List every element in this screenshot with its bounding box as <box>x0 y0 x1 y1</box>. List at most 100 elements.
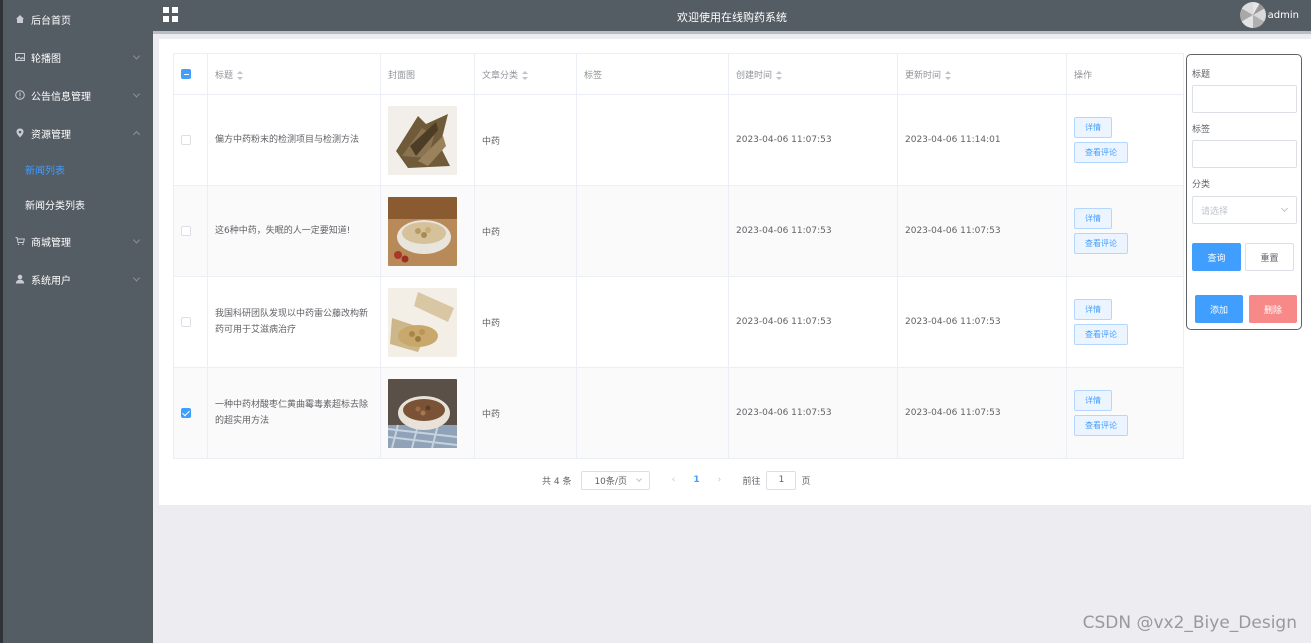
user-name[interactable]: admin <box>1268 10 1299 21</box>
row-category: 中药 <box>474 94 577 186</box>
prev-page-button[interactable]: ‹ <box>662 475 684 485</box>
row-checkbox[interactable] <box>181 316 191 327</box>
row-cover <box>380 185 475 277</box>
sidebar-subitem-news-list[interactable]: 新闻列表 <box>3 152 153 187</box>
category-placeholder: 请选择 <box>1201 206 1229 217</box>
goto-page-input[interactable] <box>766 470 797 490</box>
table-row: 这6种中药，失眠的人一定要知道! 中药 2023-04-06 11:07:53 … <box>173 185 1184 277</box>
row-cover <box>380 367 475 459</box>
row-select-cell <box>173 94 208 186</box>
detail-button[interactable]: 详情 <box>1074 208 1112 229</box>
detail-button[interactable]: 详情 <box>1074 117 1112 138</box>
cover-image <box>388 378 457 448</box>
add-button[interactable]: 添加 <box>1195 295 1243 323</box>
sidebar-item-system-users[interactable]: 系统用户 <box>3 260 153 298</box>
row-cover <box>380 276 475 368</box>
row-actions: 详情 查看评论 <box>1066 367 1184 459</box>
sidebar-item-resources[interactable]: 资源管理 <box>3 114 153 152</box>
column-header-created[interactable]: 创建时间 <box>728 53 898 95</box>
row-actions: 详情 查看评论 <box>1066 94 1184 186</box>
chevron-down-icon <box>132 274 141 282</box>
row-created: 2023-04-06 11:07:53 <box>728 367 898 459</box>
watermark: CSDN @vx2_Biye_Design <box>1082 613 1297 633</box>
row-actions: 详情 查看评论 <box>1066 276 1184 368</box>
news-table: 标题 封面图 文章分类 标签 创建时间 更新时间 操作 偏方中药粉末的检测项目与… <box>173 53 1184 459</box>
sidebar-item-label: 公告信息管理 <box>31 91 91 103</box>
tags-filter-label: 标签 <box>1192 125 1211 135</box>
detail-button[interactable]: 详情 <box>1074 390 1112 411</box>
picture-icon <box>15 52 25 62</box>
sort-icon[interactable] <box>522 70 529 80</box>
sidebar-item-label: 系统用户 <box>31 275 71 287</box>
view-comments-button[interactable]: 查看评论 <box>1074 324 1128 345</box>
reset-button[interactable]: 重置 <box>1245 243 1294 271</box>
row-updated: 2023-04-06 11:07:53 <box>897 185 1067 277</box>
sidebar-item-carousel[interactable]: 轮播图 <box>3 38 153 76</box>
sort-icon[interactable] <box>237 70 244 80</box>
sidebar-item-announcements[interactable]: 公告信息管理 <box>3 76 153 114</box>
row-created: 2023-04-06 11:07:53 <box>728 94 898 186</box>
column-header-updated[interactable]: 更新时间 <box>897 53 1067 95</box>
sidebar-item-label: 轮播图 <box>31 53 61 65</box>
row-updated: 2023-04-06 11:14:01 <box>897 94 1067 186</box>
row-category: 中药 <box>474 276 577 368</box>
row-checkbox[interactable] <box>181 225 191 236</box>
goto-suffix: 页 <box>801 476 811 487</box>
column-header-category[interactable]: 文章分类 <box>474 53 577 95</box>
row-select-cell <box>173 276 208 368</box>
cart-icon <box>15 236 25 246</box>
sidebar-item-home[interactable]: 后台首页 <box>3 0 153 38</box>
table-header-row: 标题 封面图 文章分类 标签 创建时间 更新时间 操作 <box>173 53 1184 95</box>
row-title: 我国科研团队发现以中药雷公藤改构新药可用于艾滋病治疗 <box>207 276 381 368</box>
chevron-down-icon <box>132 236 141 244</box>
sidebar-subitem-label: 新闻分类列表 <box>25 201 85 212</box>
column-header-title[interactable]: 标题 <box>207 53 381 95</box>
top-header: 欢迎使用在线购药系统 admin <box>153 0 1311 34</box>
sidebar-subitem-label: 新闻列表 <box>25 166 65 177</box>
title-filter-input[interactable] <box>1192 85 1297 113</box>
row-checkbox[interactable] <box>181 407 191 418</box>
delete-button[interactable]: 删除 <box>1249 295 1297 323</box>
category-filter-select[interactable]: 请选择 <box>1192 196 1297 224</box>
row-created: 2023-04-06 11:07:53 <box>728 276 898 368</box>
home-icon <box>15 14 25 24</box>
pagination: 共 4 条 10条/页 ‹ 1 › 前往 页 <box>542 470 810 490</box>
tags-filter-input[interactable] <box>1192 140 1297 168</box>
row-title: 这6种中药，失眠的人一定要知道! <box>207 185 381 277</box>
select-all-checkbox[interactable] <box>181 68 191 79</box>
info-icon <box>15 90 25 100</box>
sort-icon[interactable] <box>945 70 952 80</box>
sidebar-item-label: 资源管理 <box>31 129 71 141</box>
row-checkbox[interactable] <box>181 134 191 145</box>
sidebar-item-shop[interactable]: 商城管理 <box>3 222 153 260</box>
header-title: 欢迎使用在线购药系统 <box>677 11 787 24</box>
view-comments-button[interactable]: 查看评论 <box>1074 415 1128 436</box>
chevron-down-icon <box>636 475 643 482</box>
row-category: 中药 <box>474 185 577 277</box>
detail-button[interactable]: 详情 <box>1074 299 1112 320</box>
goto-label: 前往 <box>742 476 761 487</box>
main-panel: 标题 封面图 文章分类 标签 创建时间 更新时间 操作 偏方中药粉末的检测项目与… <box>159 39 1311 505</box>
user-icon <box>15 274 25 284</box>
avatar[interactable] <box>1240 2 1266 28</box>
sidebar: 后台首页 轮播图 公告信息管理 资源管理 新闻列表 新闻分类列表 商城管理 系统… <box>0 0 153 643</box>
query-button[interactable]: 查询 <box>1192 243 1241 271</box>
chevron-down-icon <box>132 52 141 60</box>
chevron-down-icon <box>1280 204 1289 213</box>
page-size-select[interactable]: 10条/页 <box>581 470 651 490</box>
next-page-button[interactable]: › <box>708 475 730 485</box>
sort-icon[interactable] <box>776 70 783 80</box>
sidebar-subitem-news-categories[interactable]: 新闻分类列表 <box>3 187 153 222</box>
view-comments-button[interactable]: 查看评论 <box>1074 233 1128 254</box>
view-comments-button[interactable]: 查看评论 <box>1074 142 1128 163</box>
row-select-cell <box>173 185 208 277</box>
row-updated: 2023-04-06 11:07:53 <box>897 367 1067 459</box>
page-number[interactable]: 1 <box>684 475 708 485</box>
row-created: 2023-04-06 11:07:53 <box>728 185 898 277</box>
column-header-actions: 操作 <box>1066 53 1184 95</box>
row-title: 偏方中药粉末的检测项目与检测方法 <box>207 94 381 186</box>
location-icon <box>15 128 25 138</box>
select-all-cell <box>173 53 208 95</box>
app-root: 后台首页 轮播图 公告信息管理 资源管理 新闻列表 新闻分类列表 商城管理 系统… <box>0 0 1311 643</box>
column-header-cover: 封面图 <box>380 53 475 95</box>
